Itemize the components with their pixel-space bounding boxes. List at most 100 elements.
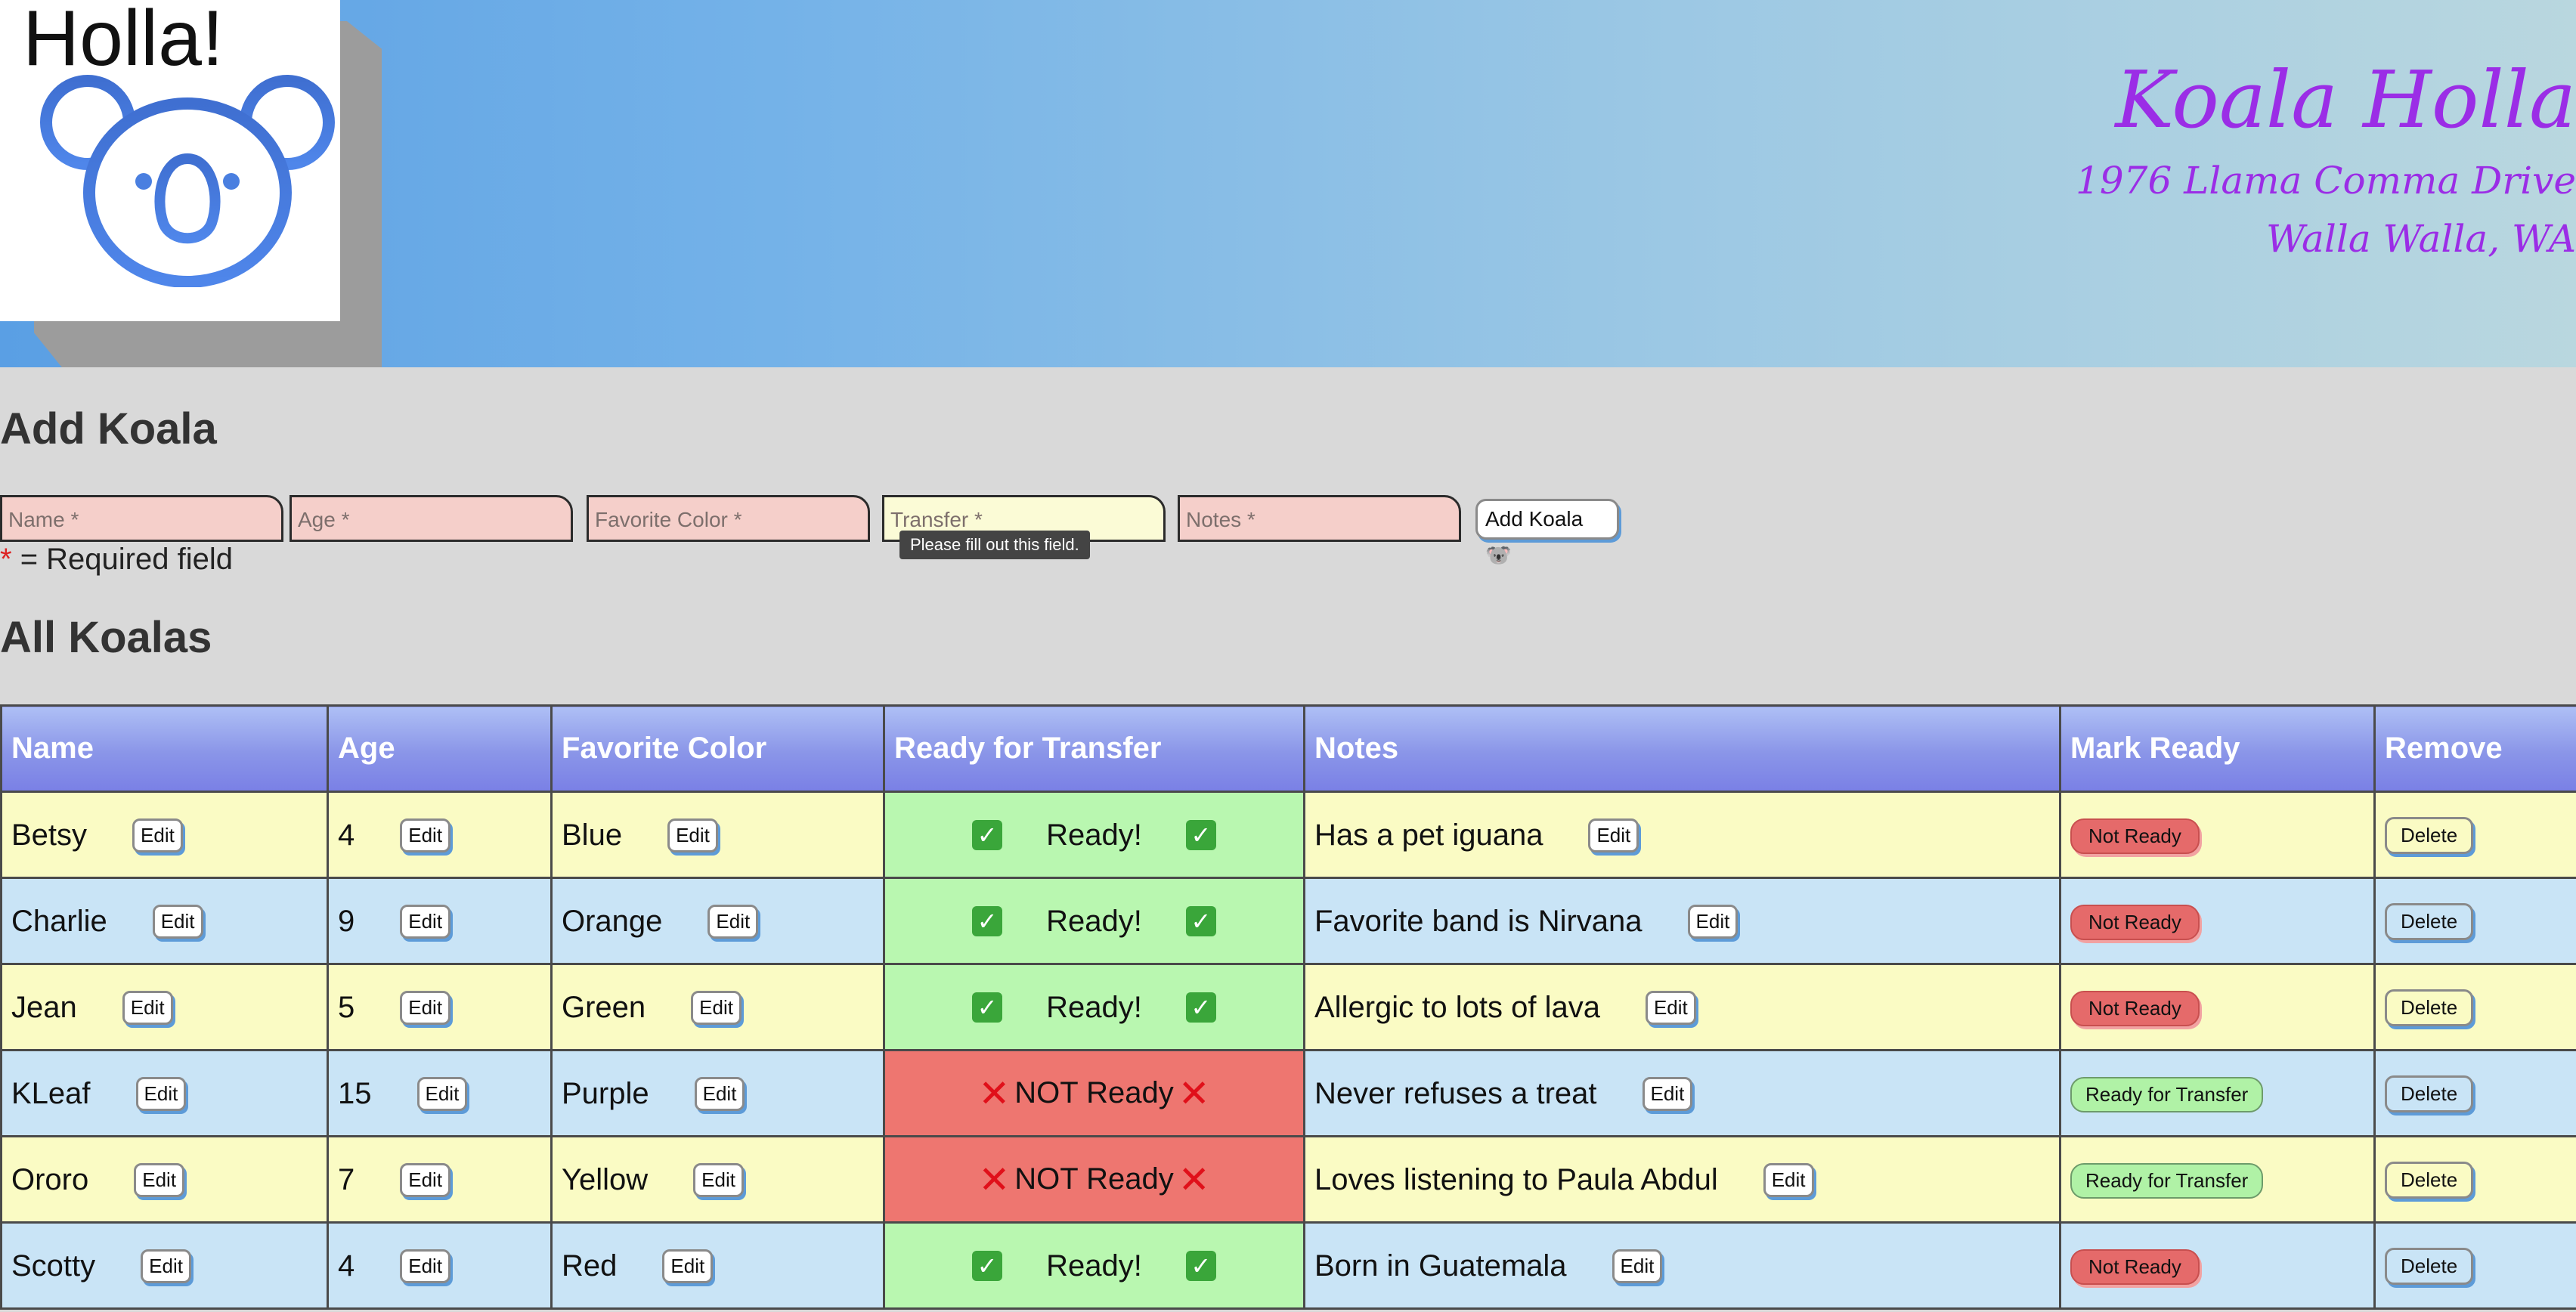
edit-notes-button[interactable]: Edit xyxy=(1645,990,1696,1025)
delete-button[interactable]: Delete xyxy=(2385,903,2474,940)
koala-age: 5 xyxy=(338,990,355,1024)
table-row: Scotty Edit 4 Edit Red Edit ✓ Ready! ✓ Born in Gu… xyxy=(0,1221,2576,1310)
age-cell: 4 Edit xyxy=(327,791,553,879)
edit-age-button[interactable]: Edit xyxy=(400,904,451,939)
table-header-row: Name Age Favorite Color Ready for Transf… xyxy=(0,704,2576,793)
name-input[interactable]: Name * xyxy=(0,495,283,542)
mark-ready-cell: Not Ready xyxy=(2059,1221,2376,1310)
mark-ready-cell: Not Ready xyxy=(2059,963,2376,1051)
koala-age: 4 xyxy=(338,818,355,852)
koala-color: Orange xyxy=(562,904,663,938)
edit-age-button[interactable]: Edit xyxy=(400,818,451,852)
edit-color-button[interactable]: Edit xyxy=(694,1076,745,1111)
column-header-age: Age xyxy=(327,704,553,793)
column-header-remove: Remove xyxy=(2373,704,2576,793)
koala-table: Name Age Favorite Color Ready for Transf… xyxy=(0,704,2576,1310)
remove-cell: Delete xyxy=(2373,1049,2576,1137)
koala-name: Jean xyxy=(11,990,77,1024)
notes-cell: Allergic to lots of lava Edit xyxy=(1303,963,2061,1051)
edit-color-button[interactable]: Edit xyxy=(662,1249,714,1283)
required-note-text: = Required field xyxy=(11,543,233,576)
column-header-mark-ready: Mark Ready xyxy=(2059,704,2376,793)
name-cell: Scotty Edit xyxy=(0,1221,329,1310)
transfer-status-cell: ✓ Ready! ✓ xyxy=(883,791,1305,879)
edit-notes-button[interactable]: Edit xyxy=(1612,1249,1663,1283)
delete-button[interactable]: Delete xyxy=(2385,1248,2474,1285)
transfer-status-cell: ✓ Ready! ✓ xyxy=(883,1221,1305,1310)
edit-age-button[interactable]: Edit xyxy=(416,1076,468,1111)
mark-not-ready-button[interactable]: Not Ready xyxy=(2070,1249,2200,1285)
age-cell: 15 Edit xyxy=(327,1049,553,1137)
add-koala-heading: Add Koala xyxy=(0,404,217,453)
transfer-status-text: Ready! xyxy=(1046,990,1142,1024)
edit-color-button[interactable]: Edit xyxy=(707,904,759,939)
koala-name: KLeaf xyxy=(11,1076,91,1110)
mark-ready-button[interactable]: Ready for Transfer xyxy=(2070,1076,2264,1112)
favorite-color-input[interactable]: Favorite Color * xyxy=(587,495,870,542)
koala-notes: Loves listening to Paula Abdul xyxy=(1314,1162,1718,1196)
edit-age-button[interactable]: Edit xyxy=(400,1162,451,1197)
name-cell: Betsy Edit xyxy=(0,791,329,879)
remove-cell: Delete xyxy=(2373,1135,2576,1224)
koala-age: 7 xyxy=(338,1162,355,1196)
mark-ready-cell: Not Ready xyxy=(2059,877,2376,965)
table-row: Charlie Edit 9 Edit Orange Edit ✓ Ready! ✓ Favori… xyxy=(0,877,2576,965)
koala-notes: Never refuses a treat xyxy=(1314,1076,1597,1110)
koala-color: Yellow xyxy=(562,1162,649,1196)
mark-not-ready-button[interactable]: Not Ready xyxy=(2070,904,2200,940)
koala-notes: Born in Guatemala xyxy=(1314,1249,1567,1283)
notes-cell: Loves listening to Paula Abdul Edit xyxy=(1303,1135,2061,1224)
delete-button[interactable]: Delete xyxy=(2385,1162,2474,1199)
edit-name-button[interactable]: Edit xyxy=(152,904,203,939)
all-koalas-heading: All Koalas xyxy=(0,613,212,662)
name-cell: Jean Edit xyxy=(0,963,329,1051)
edit-name-button[interactable]: Edit xyxy=(141,1249,191,1283)
mark-not-ready-button[interactable]: Not Ready xyxy=(2070,990,2200,1026)
edit-age-button[interactable]: Edit xyxy=(400,990,451,1025)
color-cell: Red Edit xyxy=(550,1221,885,1310)
delete-button[interactable]: Delete xyxy=(2385,817,2474,854)
koala-name: Charlie xyxy=(11,904,107,938)
koala-notes: Allergic to lots of lava xyxy=(1314,990,1600,1024)
age-cell: 4 Edit xyxy=(327,1221,553,1310)
edit-notes-button[interactable]: Edit xyxy=(1687,904,1738,939)
mark-ready-button[interactable]: Ready for Transfer xyxy=(2070,1162,2264,1199)
edit-notes-button[interactable]: Edit xyxy=(1588,818,1639,852)
age-input[interactable]: Age * xyxy=(289,495,573,542)
column-header-favorite-color: Favorite Color xyxy=(550,704,885,793)
cross-icon: ✕ xyxy=(978,1072,1011,1115)
edit-color-button[interactable]: Edit xyxy=(667,818,718,852)
edit-notes-button[interactable]: Edit xyxy=(1642,1076,1693,1111)
notes-cell: Never refuses a treat Edit xyxy=(1303,1049,2061,1137)
check-icon: ✓ xyxy=(972,820,1003,851)
koala-name: Scotty xyxy=(11,1249,96,1283)
mark-not-ready-button[interactable]: Not Ready xyxy=(2070,818,2200,854)
notes-input[interactable]: Notes * xyxy=(1178,495,1461,542)
koala-age: 9 xyxy=(338,904,355,938)
delete-button[interactable]: Delete xyxy=(2385,1075,2474,1112)
add-koala-button[interactable]: Add Koala 🐨 xyxy=(1475,499,1619,567)
delete-button[interactable]: Delete xyxy=(2385,989,2474,1026)
color-cell: Purple Edit xyxy=(550,1049,885,1137)
edit-notes-button[interactable]: Edit xyxy=(1763,1162,1814,1197)
column-header-name: Name xyxy=(0,704,329,793)
edit-name-button[interactable]: Edit xyxy=(132,818,183,852)
edit-color-button[interactable]: Edit xyxy=(693,1162,744,1197)
transfer-status-cell: ✕ NOT Ready ✕ xyxy=(883,1135,1305,1224)
koala-name: Betsy xyxy=(11,818,88,852)
edit-color-button[interactable]: Edit xyxy=(691,990,742,1025)
edit-age-button[interactable]: Edit xyxy=(400,1249,451,1283)
transfer-status-text: NOT Ready xyxy=(1014,1162,1174,1196)
edit-name-button[interactable]: Edit xyxy=(135,1076,187,1111)
logo: Holla! xyxy=(0,0,340,321)
koala-color: Purple xyxy=(562,1076,649,1110)
remove-cell: Delete xyxy=(2373,791,2576,879)
koala-name: Ororo xyxy=(11,1162,89,1196)
color-cell: Green Edit xyxy=(550,963,885,1051)
color-cell: Orange Edit xyxy=(550,877,885,965)
koala-age: 4 xyxy=(338,1249,355,1283)
edit-name-button[interactable]: Edit xyxy=(122,990,173,1025)
edit-name-button[interactable]: Edit xyxy=(134,1162,185,1197)
brand-address-line2: Walla Walla, WA xyxy=(2266,217,2576,261)
cross-icon: ✕ xyxy=(1178,1072,1210,1115)
